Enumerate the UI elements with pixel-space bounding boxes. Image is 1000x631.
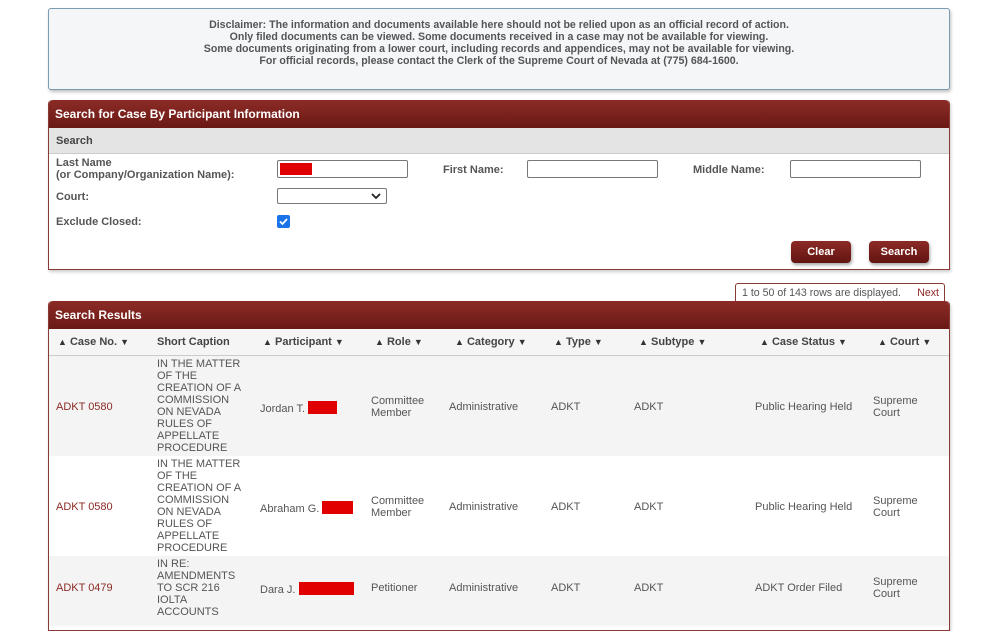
sort-desc-icon: ▼	[120, 337, 130, 347]
sort-desc-icon: ▼	[593, 337, 603, 347]
court-select[interactable]	[277, 188, 387, 204]
case-type: ADKT	[551, 501, 581, 513]
sort-asc-icon: ▲	[58, 337, 67, 347]
clear-button[interactable]: Clear	[791, 241, 851, 263]
sort-asc-icon: ▲	[375, 337, 384, 347]
case-category: Administrative	[449, 401, 519, 413]
participant-role: Committee Member	[371, 395, 425, 419]
redacted-participant-surname	[308, 401, 338, 414]
search-panel: Search for Case By Participant Informati…	[48, 100, 950, 270]
participant-name: Abraham G.	[260, 501, 354, 515]
short-caption: IN THE MATTER OF THE CREATION OF A COMMISS…	[157, 358, 242, 454]
case-court: Supreme Court	[873, 576, 918, 600]
exclude-closed-label: Exclude Closed:	[56, 216, 142, 228]
disclaimer-line-2: Only filed documents can be viewed. Some…	[229, 31, 769, 43]
column-header-subtype[interactable]: ▲ Subtype ▼	[639, 329, 706, 355]
case-subtype: ADKT	[634, 582, 664, 594]
row-count-text: 1 to 50 of 143 rows are displayed.	[742, 287, 902, 299]
table-row: ADKT 0580 IN THE MATTER OF THE CREATION O…	[49, 456, 949, 556]
sort-desc-icon: ▼	[838, 337, 847, 347]
redacted-last-name	[280, 163, 312, 175]
case-status: ADKT Order Filed	[755, 582, 843, 594]
participant-role: Petitioner	[371, 582, 418, 594]
sort-asc-icon: ▲	[455, 337, 464, 347]
case-number-link[interactable]: ADKT 0580	[56, 401, 113, 413]
case-type: ADKT	[551, 582, 581, 594]
disclaimer-line-3: Some documents originating from a lower …	[203, 43, 795, 55]
sort-asc-icon: ▲	[639, 337, 648, 347]
column-header-role[interactable]: ▲ Role ▼	[375, 329, 423, 355]
column-header-label: Court	[889, 336, 920, 348]
case-status: Public Hearing Held	[755, 501, 853, 513]
column-header-label: Case Status	[771, 336, 835, 348]
column-header-label: Type	[565, 336, 591, 348]
last-name-label-line2: (or Company/Organization Name):	[56, 169, 235, 181]
case-type: ADKT	[551, 401, 581, 413]
short-caption: IN RE: AMENDMENTS TO SCR 216 IOLTA ACCOUNT…	[157, 558, 236, 618]
results-title: Search Results	[49, 301, 949, 329]
exclude-closed-checkbox[interactable]	[277, 215, 290, 228]
chevron-down-icon	[371, 189, 381, 206]
middle-name-input[interactable]	[790, 160, 921, 178]
column-header-case-no[interactable]: ▲ Case No. ▼	[58, 329, 129, 355]
sort-desc-icon: ▼	[922, 337, 932, 347]
disclaimer-line-4: For official records, please contact the…	[259, 55, 739, 67]
column-header-participant[interactable]: ▲ Participant ▼	[263, 329, 344, 355]
pagination-info: 1 to 50 of 143 rows are displayed. Next	[735, 283, 945, 303]
column-header-court[interactable]: ▲ Court ▼	[878, 329, 931, 355]
participant-name: Dara J.	[260, 582, 354, 596]
case-number-link[interactable]: ADKT 0479	[56, 582, 113, 594]
column-header-category[interactable]: ▲ Category ▼	[455, 329, 527, 355]
first-name-input[interactable]	[527, 160, 658, 178]
column-header-label: Subtype	[650, 336, 695, 348]
participant-role: Committee Member	[371, 495, 425, 519]
disclaimer-line-1: Disclaimer: The information and document…	[209, 19, 789, 31]
checkmark-icon	[279, 218, 288, 226]
search-subheader: Search	[49, 128, 949, 154]
search-button[interactable]: Search	[869, 241, 929, 263]
sort-desc-icon: ▼	[517, 337, 527, 347]
redacted-participant-surname	[298, 582, 354, 595]
table-row: ADKT 0479 IN RE: AMENDMENTS TO SCR 216 IOL…	[49, 556, 949, 626]
last-name-input[interactable]	[277, 160, 408, 178]
column-header-type[interactable]: ▲ Type ▼	[554, 329, 603, 355]
first-name-label: First Name:	[443, 164, 504, 176]
case-number-link[interactable]: ADKT 0580	[56, 501, 113, 513]
next-page-link[interactable]: Next	[917, 284, 939, 302]
sort-desc-icon: ▼	[334, 337, 344, 347]
disclaimer-box: Disclaimer: The information and document…	[48, 8, 950, 90]
case-subtype: ADKT	[634, 501, 664, 513]
search-panel-title: Search for Case By Participant Informati…	[49, 100, 949, 128]
sort-asc-icon: ▲	[263, 337, 272, 347]
case-court: Supreme Court	[873, 495, 918, 519]
case-status: Public Hearing Held	[755, 401, 853, 413]
column-header-short-caption: Short Caption	[157, 329, 230, 355]
column-header-label: Participant	[274, 336, 332, 348]
table-row: ADKT 0580 IN THE MATTER OF THE CREATION O…	[49, 356, 949, 456]
sort-asc-icon: ▲	[878, 337, 887, 347]
middle-name-label: Middle Name:	[693, 164, 765, 176]
last-name-label: Last Name (or Company/Organization Name)…	[56, 157, 234, 181]
case-category: Administrative	[449, 501, 519, 513]
column-header-label: Role	[386, 336, 411, 348]
column-header-label: Category	[466, 336, 515, 348]
short-caption: IN THE MATTER OF THE CREATION OF A COMMISS…	[157, 458, 242, 554]
sort-asc-icon: ▲	[760, 337, 769, 347]
sort-desc-icon: ▼	[413, 337, 423, 347]
participant-name: Jordan T.	[260, 401, 338, 415]
results-panel: Search Results ▲ Case No. ▼ Short Captio…	[48, 301, 950, 631]
sort-desc-icon: ▼	[697, 337, 707, 347]
case-court: Supreme Court	[873, 395, 918, 419]
sort-asc-icon: ▲	[554, 337, 563, 347]
court-label: Court:	[56, 191, 89, 203]
last-name-label-line1: Last Name	[56, 157, 112, 169]
column-header-label: Case No.	[69, 336, 118, 348]
case-category: Administrative	[449, 582, 519, 594]
case-subtype: ADKT	[634, 401, 664, 413]
column-header-case-status[interactable]: ▲ Case Status ▼	[760, 329, 847, 355]
column-header-label: Short Caption	[157, 336, 230, 348]
redacted-participant-surname	[322, 501, 354, 514]
